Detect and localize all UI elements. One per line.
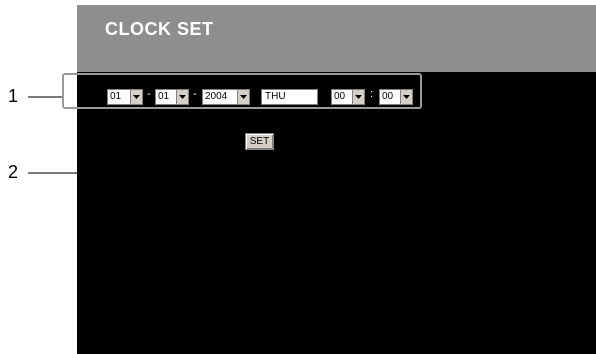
chevron-down-icon[interactable] <box>176 90 188 104</box>
date-separator: - <box>147 88 151 100</box>
chevron-down-icon[interactable] <box>130 90 142 104</box>
screen-header: CLOCK SET <box>77 5 596 72</box>
hour-select[interactable]: 00 <box>331 89 365 105</box>
month-select[interactable]: 01 <box>107 89 143 105</box>
callout-number-1: 1 <box>8 86 19 106</box>
callout-leader-1 <box>28 96 62 98</box>
set-button[interactable]: SET <box>245 133 274 150</box>
chevron-down-icon[interactable] <box>352 90 364 104</box>
time-separator: : <box>370 88 374 100</box>
callout-number-2: 2 <box>8 162 19 182</box>
chevron-down-icon[interactable] <box>237 90 249 104</box>
minute-value: 00 <box>382 91 394 102</box>
year-value: 2004 <box>205 91 228 102</box>
clock-set-screen: CLOCK SET <box>77 5 596 354</box>
day-value: 01 <box>158 91 170 102</box>
chevron-down-icon[interactable] <box>400 90 412 104</box>
date-separator: - <box>193 88 197 100</box>
day-select[interactable]: 01 <box>155 89 189 105</box>
page-title: CLOCK SET <box>105 19 214 39</box>
month-value: 01 <box>110 91 122 102</box>
hour-value: 00 <box>334 91 346 102</box>
year-select[interactable]: 2004 <box>202 89 250 105</box>
weekday-field: THU <box>261 89 318 105</box>
minute-select[interactable]: 00 <box>379 89 413 105</box>
